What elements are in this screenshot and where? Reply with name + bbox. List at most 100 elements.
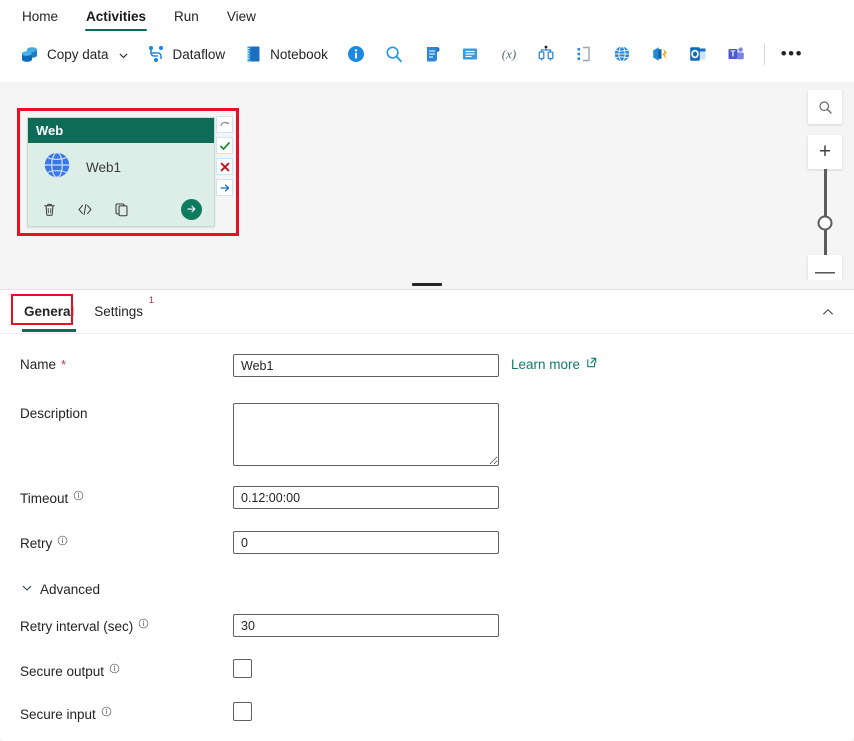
zoom-out-button[interactable]: — (808, 255, 842, 280)
secure-input-checkbox[interactable] (233, 702, 252, 721)
notebook-icon (243, 44, 263, 64)
on-completion-connector[interactable] (216, 179, 233, 196)
toolbar-notebook-button[interactable]: Notebook (235, 37, 336, 71)
svg-text:T: T (730, 50, 735, 59)
ribbon-tab-activities[interactable]: Activities (72, 4, 160, 32)
info-icon[interactable] (109, 662, 121, 674)
teams-icon: T (726, 44, 746, 64)
run-arrow-icon[interactable] (181, 199, 202, 220)
activities-toolbar: Copy data Dataflow (6, 32, 848, 76)
secure-output-checkbox[interactable] (233, 659, 252, 678)
field-row-name: Name * Learn more (0, 354, 854, 383)
toolbar-dataflow-label: Dataflow (173, 47, 226, 62)
set-variable-icon: (x) (498, 44, 518, 64)
switch-icon (536, 44, 556, 64)
web-icon (612, 44, 632, 64)
ribbon-tab-bar: Home Activities Run View (0, 0, 854, 32)
pipeline-canvas[interactable]: Web Web1 (0, 82, 854, 280)
ribbon-tab-run[interactable]: Run (160, 4, 213, 32)
field-row-secure-output: Secure output (0, 659, 854, 688)
external-link-icon (585, 356, 598, 372)
toolbar-copy-data-label: Copy data (47, 47, 109, 62)
tab-settings[interactable]: Settings 1 (84, 292, 153, 332)
toolbar-get-metadata-button[interactable] (338, 37, 374, 71)
name-input[interactable] (233, 354, 499, 377)
info-icon[interactable] (138, 617, 150, 629)
timeout-label-group: Timeout (20, 486, 233, 507)
lookup-icon (384, 44, 404, 64)
ribbon-tab-home[interactable]: Home (8, 4, 72, 32)
stored-procedure-icon (460, 44, 480, 64)
tab-general[interactable]: General (14, 292, 84, 332)
toolbar-teams-button[interactable]: T (718, 37, 754, 71)
name-label-group: Name * (20, 354, 233, 372)
code-view-icon[interactable] (76, 200, 94, 218)
retry-input[interactable] (233, 531, 499, 554)
description-label: Description (20, 403, 233, 421)
info-icon[interactable] (57, 534, 69, 546)
activity-output-connectors (216, 116, 233, 196)
globe-icon (42, 150, 72, 185)
splitter-drag-handle[interactable] (412, 283, 442, 286)
secure-input-label: Secure input (20, 707, 96, 722)
chevron-down-icon (21, 582, 33, 597)
toolbar-azure-functions-button[interactable] (642, 37, 678, 71)
toolbar-stored-procedure-button[interactable] (452, 37, 488, 71)
zoom-slider[interactable] (824, 169, 827, 255)
retry-interval-input[interactable] (233, 614, 499, 637)
script-icon (422, 44, 442, 64)
toolbar-dataflow-button[interactable]: Dataflow (138, 37, 234, 71)
toolbar-container: Copy data Dataflow (0, 32, 854, 82)
field-row-description: Description (0, 403, 854, 466)
secure-output-label-group: Secure output (20, 659, 233, 680)
info-icon[interactable] (73, 489, 85, 501)
toolbar-set-variable-button[interactable]: (x) (490, 37, 526, 71)
duplicate-icon[interactable] (112, 200, 130, 218)
foreach-icon (574, 44, 594, 64)
on-success-connector[interactable] (216, 137, 233, 154)
retry-interval-label-group: Retry interval (sec) (20, 614, 233, 635)
delete-icon[interactable] (40, 200, 58, 218)
field-row-retry: Retry (0, 531, 854, 560)
learn-more-link[interactable]: Learn more (511, 354, 598, 372)
field-row-timeout: Timeout (0, 486, 854, 515)
panel-splitter[interactable] (0, 280, 854, 290)
dataflow-icon (146, 44, 166, 64)
ribbon-tab-view[interactable]: View (213, 4, 270, 32)
azure-functions-icon (650, 44, 670, 64)
toolbar-foreach-button[interactable] (566, 37, 602, 71)
toolbar-lookup-button[interactable] (376, 37, 412, 71)
zoom-slider-thumb[interactable] (818, 216, 833, 231)
pipeline-editor: Home Activities Run View Copy data (0, 0, 854, 741)
zoom-in-button[interactable]: + (808, 135, 842, 169)
field-row-secure-input: Secure input (0, 702, 854, 731)
chevron-down-icon (118, 49, 128, 59)
on-skip-connector[interactable] (216, 116, 233, 133)
secure-input-label-group: Secure input (20, 702, 233, 723)
toolbar-script-button[interactable] (414, 37, 450, 71)
activity-node-web1[interactable]: Web Web1 (27, 117, 215, 227)
activity-node-actions (28, 192, 214, 226)
canvas-zoom-controls: + — (808, 90, 842, 280)
chevron-up-icon[interactable] (818, 302, 838, 322)
activity-node-header: Web (28, 118, 214, 143)
timeout-label: Timeout (20, 491, 68, 506)
advanced-section-toggle[interactable]: Advanced (0, 574, 854, 604)
tab-settings-label: Settings (94, 304, 143, 319)
advanced-spacer (0, 604, 854, 614)
toolbar-divider (764, 43, 765, 65)
timeout-input[interactable] (233, 486, 499, 509)
properties-panel: General Settings 1 Name * (0, 290, 854, 741)
description-textarea[interactable] (233, 403, 499, 466)
zoom-search-icon[interactable] (808, 90, 842, 124)
toolbar-outlook-button[interactable] (680, 37, 716, 71)
tab-settings-badge: 1 (149, 295, 154, 306)
on-failure-connector[interactable] (216, 158, 233, 175)
toolbar-web-button[interactable] (604, 37, 640, 71)
svg-text:(x): (x) (502, 47, 516, 62)
toolbar-overflow-button[interactable]: ••• (775, 37, 809, 71)
info-icon[interactable] (101, 705, 113, 717)
toolbar-copy-data-button[interactable]: Copy data (12, 37, 136, 71)
toolbar-switch-button[interactable] (528, 37, 564, 71)
copy-data-icon (20, 44, 40, 64)
